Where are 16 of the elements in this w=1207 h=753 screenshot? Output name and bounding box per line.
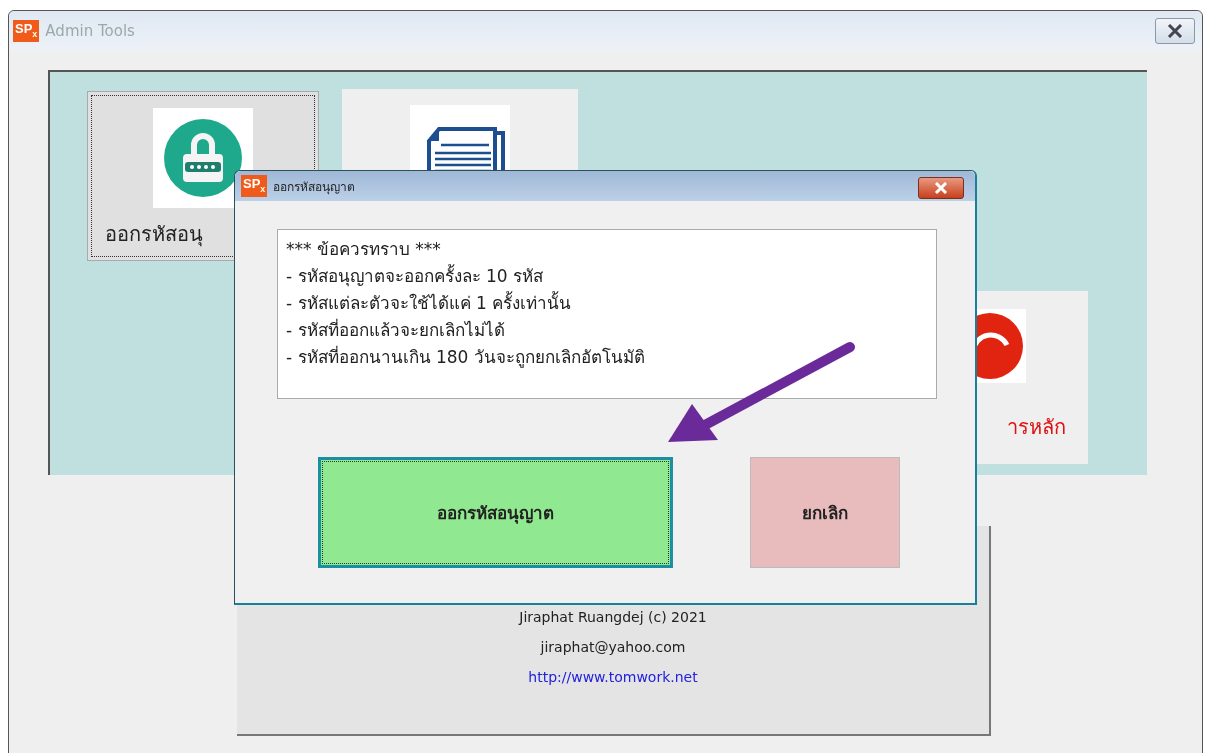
- notice-line: - รหัสอนุญาตจะออกครั้งละ 10 รหัส: [286, 263, 544, 289]
- close-button[interactable]: [918, 177, 964, 199]
- notice-line: - รหัสที่ออกแล้วจะยกเลิกไม่ได้: [286, 317, 506, 342]
- website-link[interactable]: http://www.tomwork.net: [528, 669, 698, 685]
- author-text: Jiraphat Ruangdej (c) 2021: [519, 609, 707, 625]
- app-logo: SP$_{x}$: [13, 19, 40, 43]
- app-logo: SP$_{x}$: [241, 174, 268, 198]
- window-title: Admin Tools: [45, 22, 135, 40]
- close-button[interactable]: [1155, 18, 1195, 44]
- cancel-button[interactable]: ยกเลิก: [750, 457, 900, 568]
- close-icon: [934, 182, 948, 194]
- email-text: jiraphat@yahoo.com: [540, 639, 686, 655]
- notice-line: - รหัสแต่ละตัวจะใช้ได้แค่ 1 ครั้งเท่านั้น: [286, 290, 573, 315]
- close-icon: [1167, 24, 1183, 38]
- notice-line: - รหัสที่ออกนานเกิน 180 วันจะถูกยกเลิกอัตโนมัติ: [286, 344, 646, 370]
- issue-code-button[interactable]: ออกรหัสอนุญาต: [318, 457, 673, 568]
